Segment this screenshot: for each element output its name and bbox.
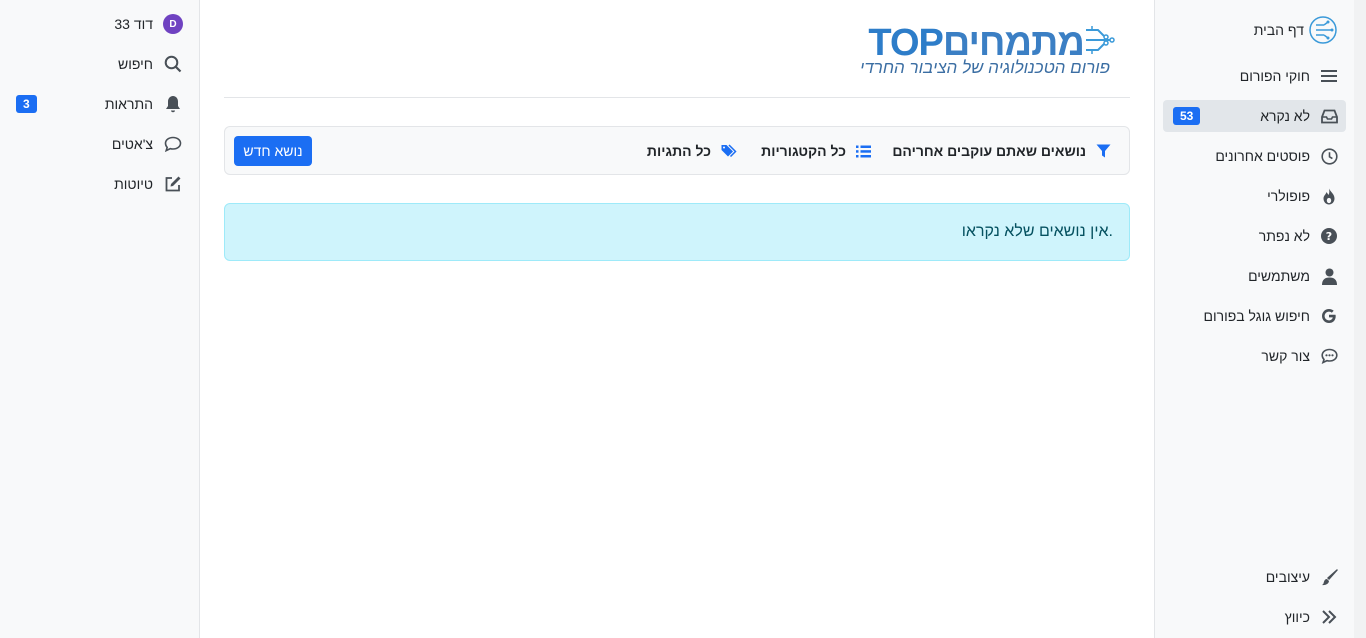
sidebar-item-unsolved[interactable]: ? לא נפתר xyxy=(1163,220,1346,252)
chats-button[interactable]: צ'אטים xyxy=(112,130,183,158)
fire-icon xyxy=(1320,187,1338,205)
menu-lines-icon xyxy=(1320,67,1338,85)
notifications-button[interactable]: התראות xyxy=(105,90,183,118)
right-sidebar: דף הבית חוקי הפורום לא נקרא 53 פוסטים אח… xyxy=(1154,0,1366,638)
watched-filter-label: נושאים שאתם עוקבים אחריהם xyxy=(892,143,1086,159)
sidebar-item-label: פוסטים אחרונים xyxy=(1215,148,1310,164)
svg-text:?: ? xyxy=(1326,230,1332,243)
sidebar-item-google-search[interactable]: חיפוש גוגל בפורום xyxy=(1163,300,1346,332)
user-icon xyxy=(1320,267,1338,285)
watched-filter-dropdown[interactable]: נושאים שאתם עוקבים אחריהם xyxy=(892,141,1111,161)
logo-circuit-icon xyxy=(1082,22,1122,61)
scrollbar[interactable] xyxy=(1354,0,1366,638)
new-topic-button[interactable]: נושא חדש xyxy=(234,136,312,166)
logo-subtitle: פורום הטכנולוגיה של הציבור החרדי xyxy=(859,58,1110,77)
inbox-icon xyxy=(1320,107,1338,125)
sidebar-item-label: חיפוש גוגל בפורום xyxy=(1203,308,1310,324)
sidebar-item-label: צור קשר xyxy=(1261,348,1310,364)
question-circle-icon: ? xyxy=(1320,227,1338,245)
topic-toolbar: נושאים שאתם עוקבים אחריהם כל הקטגוריות כ… xyxy=(224,126,1130,175)
chat-bubble-icon xyxy=(163,134,183,154)
sidebar-item-label: לא נפתר xyxy=(1258,228,1310,244)
sidebar-item-label: משתמשים xyxy=(1248,268,1310,284)
sidebar-item-popular[interactable]: פופולרי xyxy=(1163,180,1346,212)
left-sidebar: D דוד 33 חיפוש התראות 3 צ'אטים טיוטות xyxy=(0,0,200,638)
edit-icon xyxy=(163,174,183,194)
alert-message: אין נושאים שלא נקראו. xyxy=(961,223,1113,240)
tags-dropdown[interactable]: כל התגיות xyxy=(647,141,737,161)
search-icon xyxy=(163,54,183,74)
forum-logo[interactable]: מתמחים TOP פורום הטכנולוגיה של הציבור הח… xyxy=(842,18,1122,80)
username: דוד 33 xyxy=(114,16,153,32)
unread-count-badge: 53 xyxy=(1173,107,1201,125)
sidebar-item-label: עיצובים xyxy=(1265,569,1310,585)
search-label: חיפוש xyxy=(118,56,153,72)
clock-icon xyxy=(1320,147,1338,165)
sidebar-item-label: פופולרי xyxy=(1267,188,1310,204)
search-button[interactable]: חיפוש xyxy=(118,50,183,78)
notifications-label: התראות xyxy=(104,96,153,112)
sidebar-item-label: דף הבית xyxy=(1253,22,1304,38)
avatar: D xyxy=(163,14,183,34)
sidebar-item-collapse[interactable]: כיווץ xyxy=(1163,601,1346,633)
sidebar-item-unread[interactable]: לא נקרא 53 xyxy=(1163,100,1346,132)
sidebar-item-rules[interactable]: חוקי הפורום xyxy=(1163,60,1346,92)
paintbrush-icon xyxy=(1320,568,1338,586)
double-chevron-right-icon xyxy=(1320,608,1338,626)
chats-label: צ'אטים xyxy=(111,136,153,152)
main-content: מתמחים TOP פורום הטכנולוגיה של הציבור הח… xyxy=(224,0,1130,638)
sidebar-item-contact[interactable]: צור קשר xyxy=(1163,340,1346,372)
drafts-label: טיוטות xyxy=(114,176,153,192)
sidebar-item-themes[interactable]: עיצובים xyxy=(1163,561,1346,593)
sidebar-item-label: כיווץ xyxy=(1284,609,1310,625)
notifications-count-badge: 3 xyxy=(16,95,37,113)
sidebar-item-recent[interactable]: פוסטים אחרונים xyxy=(1163,140,1346,172)
sidebar-item-label: לא נקרא xyxy=(1260,108,1310,124)
sidebar-item-users[interactable]: משתמשים xyxy=(1163,260,1346,292)
sidebar-item-label: חוקי הפורום xyxy=(1239,68,1310,84)
no-unread-alert: אין נושאים שלא נקראו. xyxy=(224,203,1130,261)
categories-dropdown[interactable]: כל הקטגוריות xyxy=(761,141,871,161)
comment-dots-icon xyxy=(1320,347,1338,365)
tags-label: כל התגיות xyxy=(646,143,711,159)
categories-label: כל הקטגוריות xyxy=(761,143,846,159)
drafts-button[interactable]: טיוטות xyxy=(114,170,183,198)
user-menu[interactable]: D דוד 33 xyxy=(114,10,183,38)
header-divider xyxy=(224,97,1130,98)
tags-icon xyxy=(721,144,737,158)
google-icon xyxy=(1320,307,1338,325)
filter-icon xyxy=(1096,144,1111,158)
list-icon xyxy=(856,145,871,158)
bell-icon xyxy=(163,94,183,114)
sidebar-item-home[interactable]: דף הבית xyxy=(1163,14,1346,46)
brain-circuit-icon xyxy=(1308,15,1338,45)
